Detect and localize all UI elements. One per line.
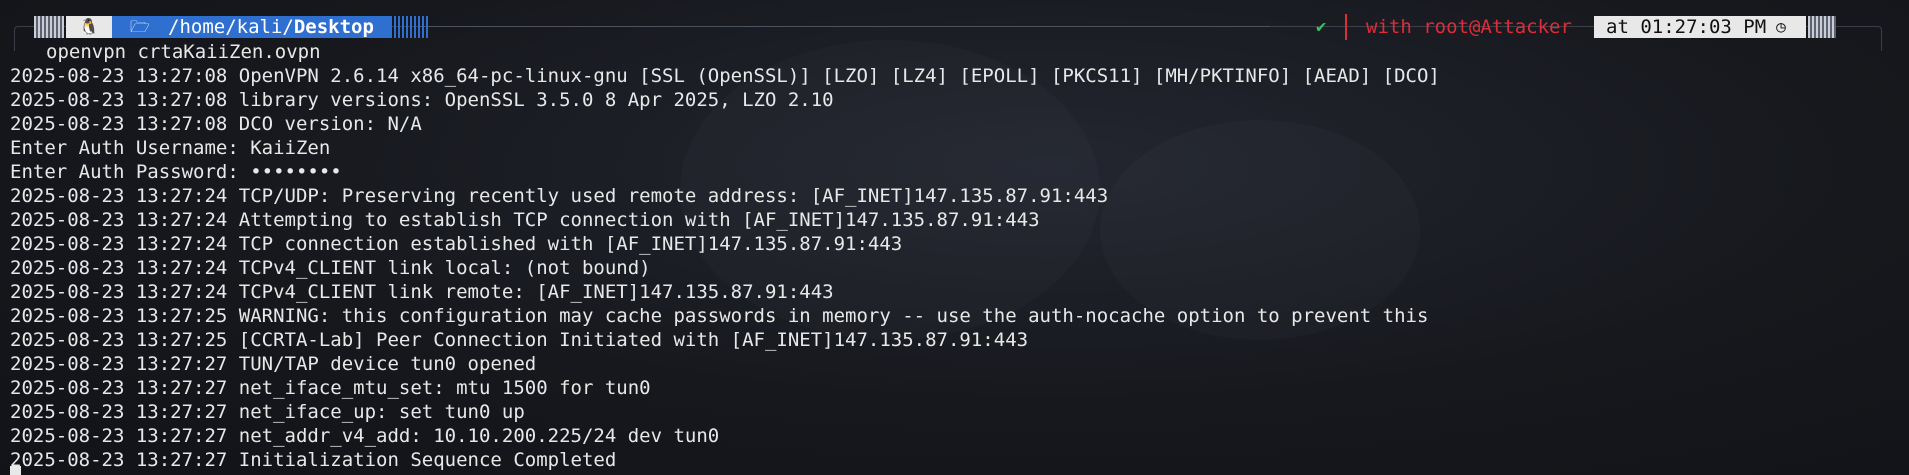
- terminal-output[interactable]: openvpn crtaKaiiZen.ovpn 2025-08-23 13:2…: [10, 40, 1900, 472]
- prompt-divider-line: [420, 26, 1270, 27]
- clock-icon: ◷: [1776, 17, 1786, 36]
- status-separator: [1345, 14, 1347, 40]
- prompt-bar: 🐧 🗁 /home/kali/ Desktop ✔ with root@Atta…: [0, 14, 1909, 51]
- prompt-path-segment: 🗁 /home/kali/ Desktop: [112, 16, 390, 38]
- output-line: 2025-08-23 13:27:08 library versions: Op…: [10, 89, 834, 111]
- output-line: 2025-08-23 13:27:24 Attempting to establ…: [10, 209, 1040, 231]
- path-current-dir: Desktop: [293, 16, 374, 38]
- output-line: Enter Auth Password: ••••••••: [10, 161, 342, 183]
- linux-penguin-icon: 🐧: [66, 16, 112, 38]
- output-line: 2025-08-23 13:27:25 [CCRTA-Lab] Peer Con…: [10, 329, 1029, 351]
- time-segment: at 01:27:03 PM ◷: [1594, 16, 1806, 38]
- output-line: 2025-08-23 13:27:24 TCPv4_CLIENT link lo…: [10, 257, 651, 279]
- output-line: 2025-08-23 13:27:27 net_addr_v4_add: 10.…: [10, 425, 720, 447]
- output-line: 2025-08-23 13:27:27 net_iface_mtu_set: m…: [10, 377, 651, 399]
- command-line: openvpn crtaKaiiZen.ovpn: [46, 41, 321, 63]
- folder-open-icon: 🗁: [130, 17, 150, 36]
- output-line: 2025-08-23 13:27:27 net_iface_up: set tu…: [10, 401, 525, 423]
- terminal-window[interactable]: 🐧 🗁 /home/kali/ Desktop ✔ with root@Atta…: [0, 0, 1909, 475]
- prompt-left-grip: [34, 16, 64, 38]
- status-ok-icon: ✔: [1316, 17, 1327, 37]
- output-line: 2025-08-23 13:27:24 TCP/UDP: Preserving …: [10, 185, 1109, 207]
- output-line: 2025-08-23 13:27:08 DCO version: N/A: [10, 113, 422, 135]
- prompt-time: at 01:27:03 PM: [1606, 16, 1767, 38]
- output-line: 2025-08-23 13:27:27 Initialization Seque…: [10, 449, 617, 471]
- output-line: 2025-08-23 13:27:25 WARNING: this config…: [10, 305, 1429, 327]
- output-lines: 2025-08-23 13:27:08 OpenVPN 2.6.14 x86_6…: [10, 64, 1900, 472]
- path-prefix: /home/kali/: [168, 16, 294, 38]
- output-line: 2025-08-23 13:27:08 OpenVPN 2.6.14 x86_6…: [10, 65, 1440, 87]
- output-line: Enter Auth Username: KaiiZen: [10, 137, 331, 159]
- path-segment-fade: [390, 16, 430, 38]
- output-line: 2025-08-23 13:27:24 TCPv4_CLIENT link re…: [10, 281, 834, 303]
- text-cursor: [10, 466, 21, 475]
- prompt-right-grip: [1808, 16, 1836, 38]
- output-line: 2025-08-23 13:27:27 TUN/TAP device tun0 …: [10, 353, 537, 375]
- output-line: 2025-08-23 13:27:24 TCP connection estab…: [10, 233, 903, 255]
- user-host-label: with root@Attacker: [1366, 16, 1572, 38]
